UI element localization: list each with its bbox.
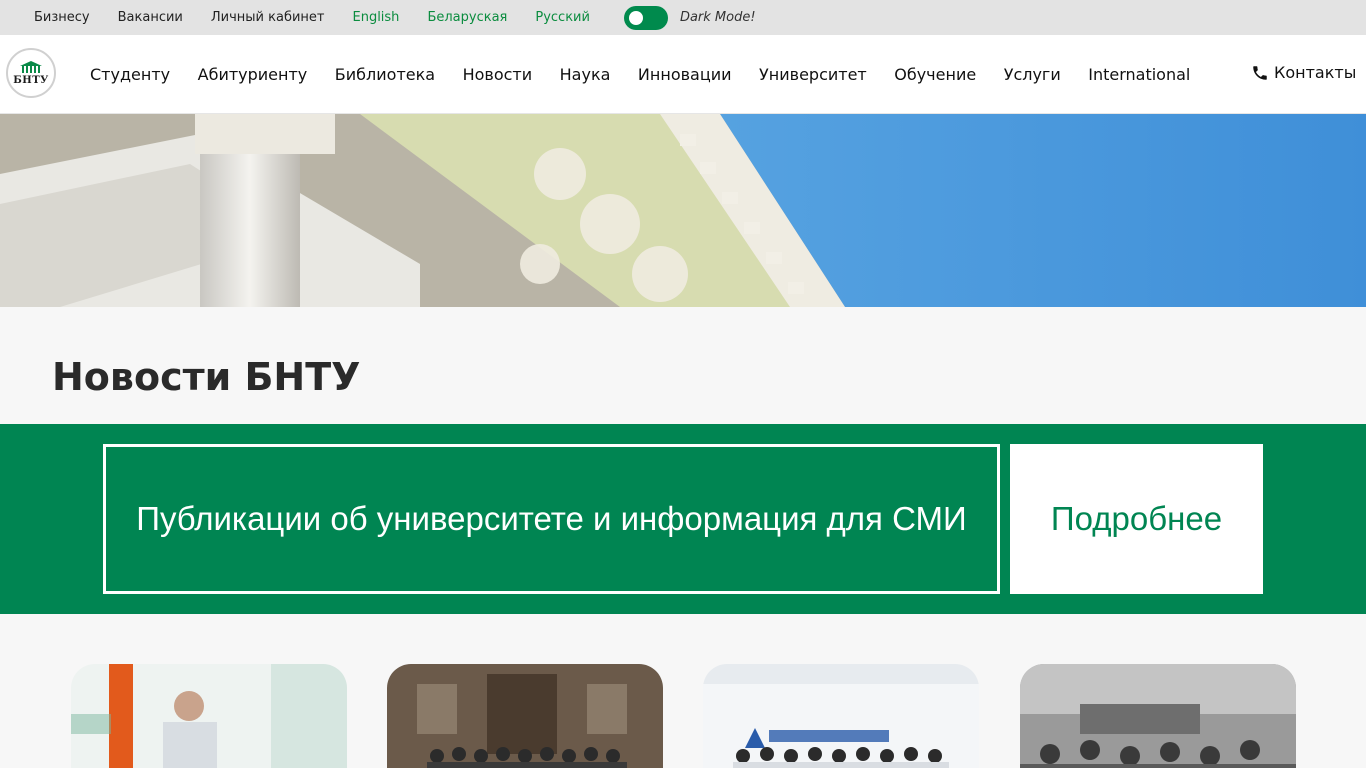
title-band: Новости БНТУ [0, 307, 1366, 424]
nav-item-university[interactable]: Университет [759, 65, 867, 84]
news-card-image[interactable] [1020, 664, 1296, 768]
top-link-account[interactable]: Личный кабинет [211, 10, 325, 25]
historical-photo [1020, 664, 1296, 768]
nav-item-applicant[interactable]: Абитуриенту [198, 65, 308, 84]
nav-item-international[interactable]: International [1088, 65, 1190, 84]
lang-english[interactable]: English [352, 10, 399, 25]
contacts-link[interactable]: Контакты [1251, 63, 1356, 82]
main-header: БНТУ Студенту Абитуриенту Библиотека Нов… [0, 35, 1366, 114]
nav-item-science[interactable]: Наука [560, 65, 611, 84]
dark-mode-label: Dark Mode! [679, 10, 756, 25]
nav-item-student[interactable]: Студенту [90, 65, 170, 84]
dark-mode-toggle[interactable] [623, 5, 668, 30]
building-icon [20, 60, 42, 73]
nav-item-news[interactable]: Новости [463, 65, 533, 84]
hero-image [0, 114, 1366, 307]
bntu-logo[interactable]: БНТУ [6, 48, 56, 98]
main-nav: Студенту Абитуриенту Библиотека Новости … [90, 35, 1218, 113]
top-utility-bar: Бизнесу Вакансии Личный кабинет English … [0, 0, 1366, 35]
more-button[interactable]: Подробнее [1010, 444, 1263, 594]
nav-item-education[interactable]: Обучение [894, 65, 976, 84]
conference-photo [71, 664, 347, 768]
logo-text: БНТУ [13, 74, 49, 86]
phone-icon [1253, 65, 1267, 80]
toggle-knob [628, 10, 643, 25]
top-link-vacancies[interactable]: Вакансии [118, 10, 183, 25]
office-group-photo [703, 664, 979, 768]
page-title: Новости БНТУ [52, 355, 361, 399]
nav-item-library[interactable]: Библиотека [335, 65, 435, 84]
nav-item-innovations[interactable]: Инновации [638, 65, 732, 84]
lang-belarusian[interactable]: Беларуская [427, 10, 507, 25]
building-facade-illustration [0, 114, 1366, 307]
news-card-image[interactable] [71, 664, 347, 768]
contacts-label: Контакты [1274, 63, 1357, 82]
media-banner: Публикации об университете и информация … [0, 424, 1366, 614]
nav-item-services[interactable]: Услуги [1004, 65, 1061, 84]
publications-box[interactable]: Публикации об университете и информация … [103, 444, 1000, 594]
news-card-image[interactable] [703, 664, 979, 768]
group-photo-building [387, 664, 663, 768]
top-link-business[interactable]: Бизнесу [34, 10, 90, 25]
news-cards [0, 614, 1366, 768]
news-card-image[interactable] [387, 664, 663, 768]
lang-russian[interactable]: Русский [535, 10, 590, 25]
